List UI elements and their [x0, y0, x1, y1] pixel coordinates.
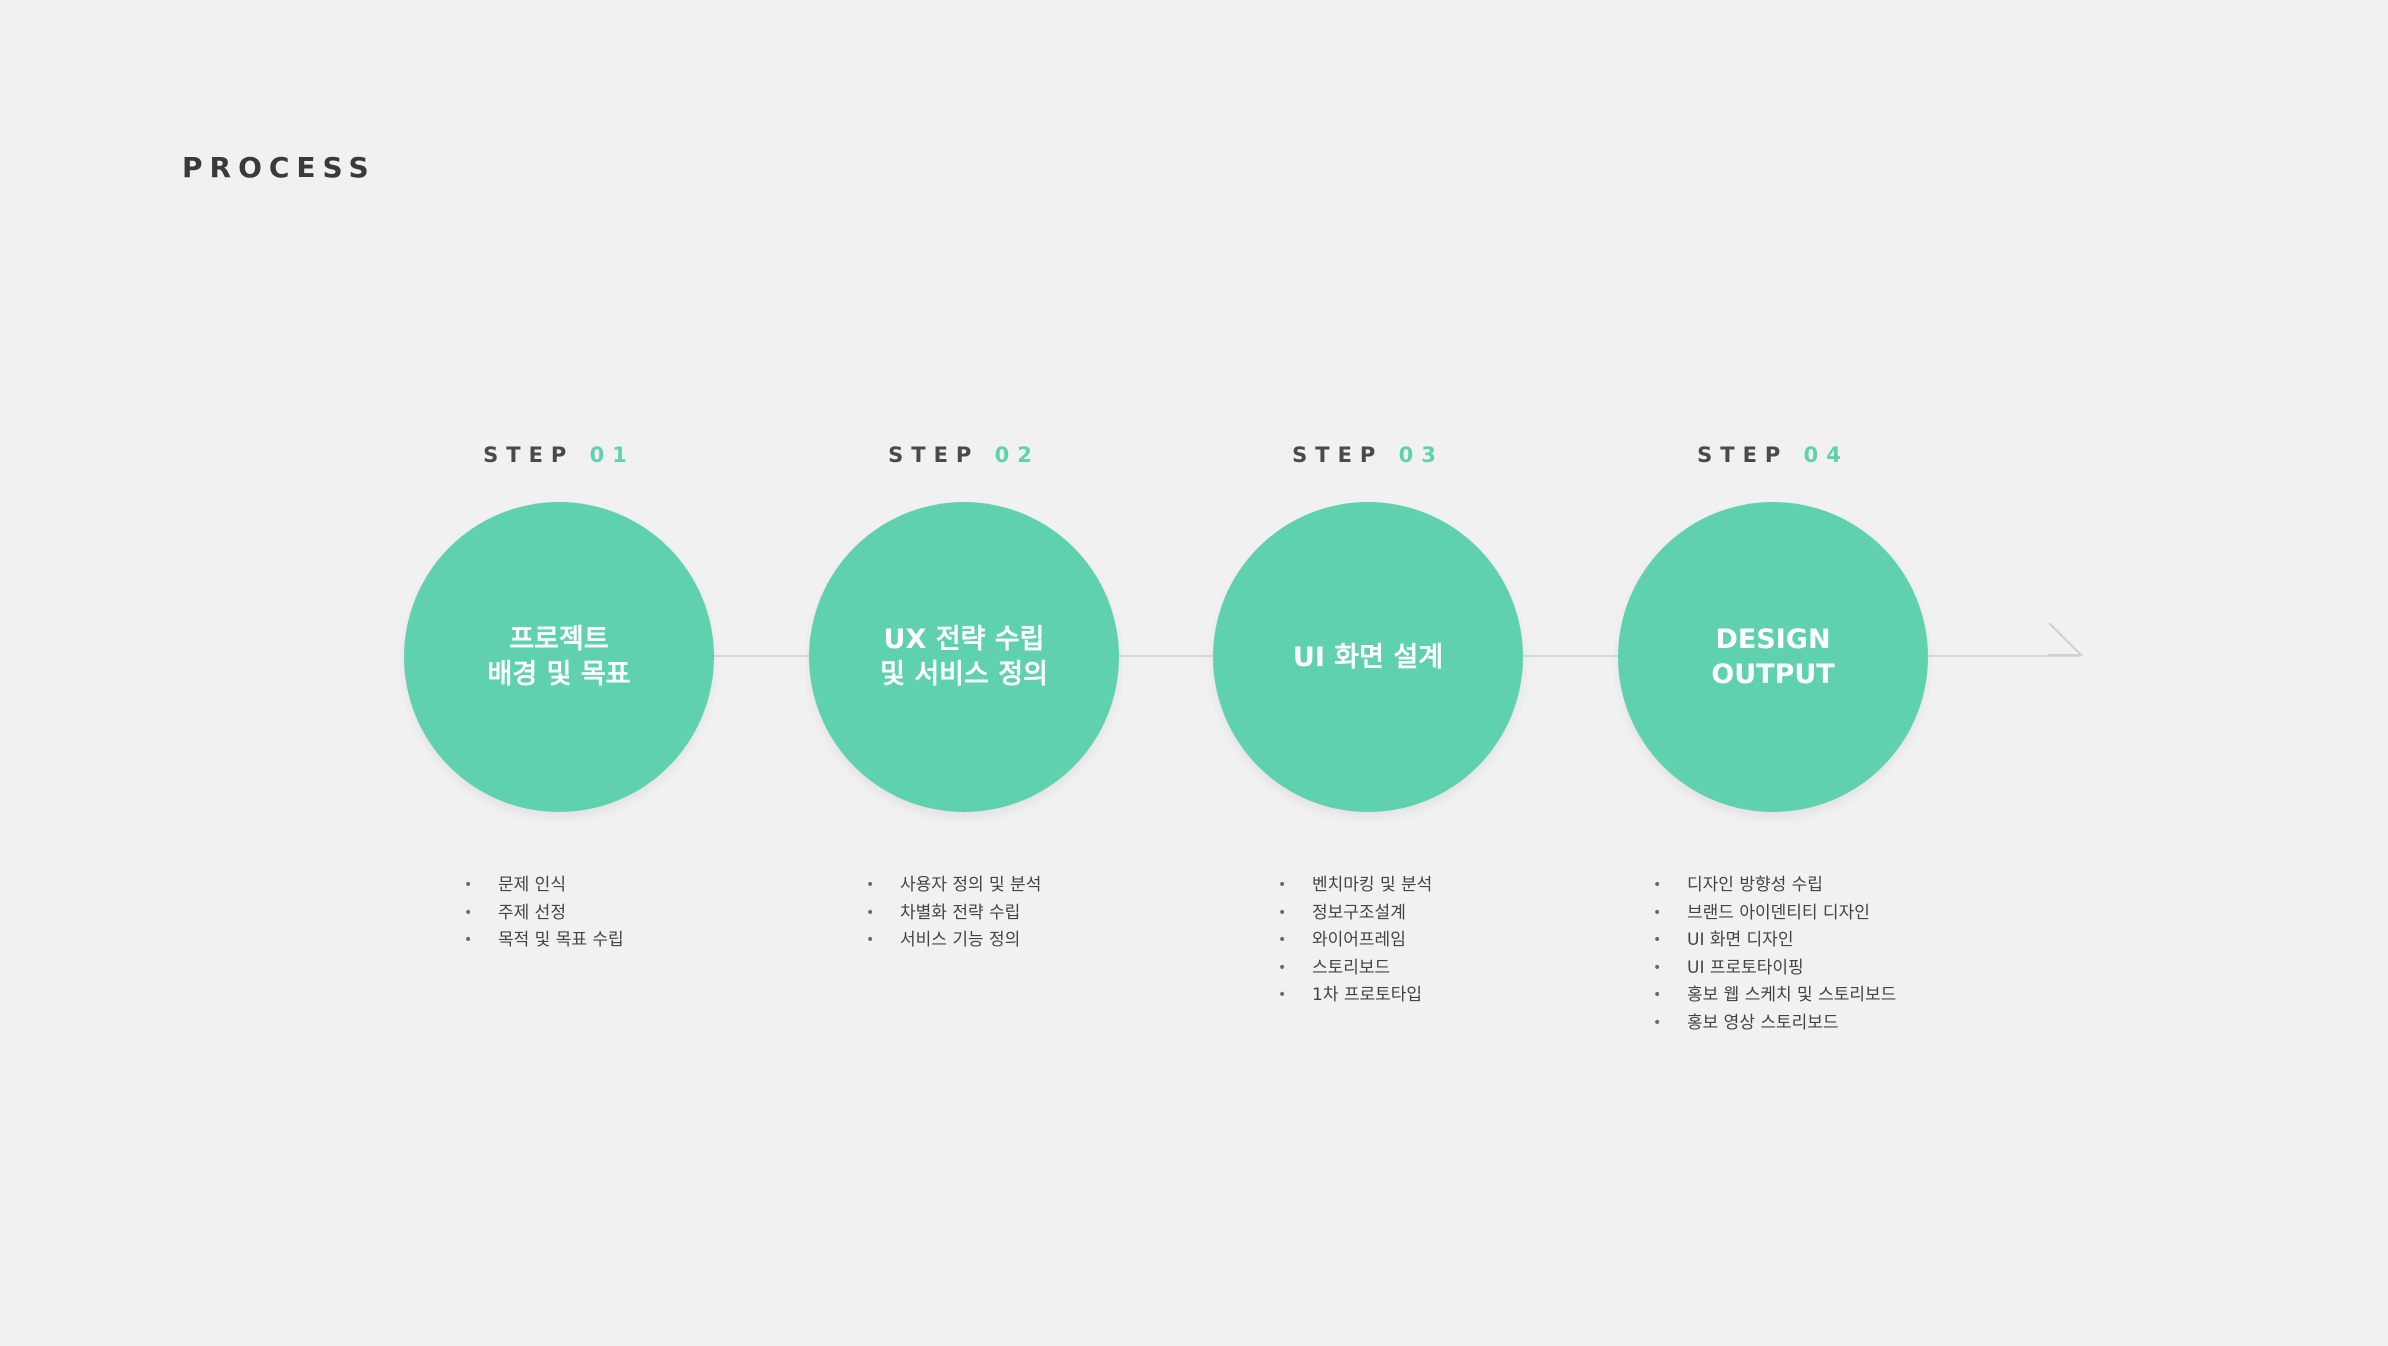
step-title-line: 및 서비스 정의	[880, 659, 1048, 690]
list-item: 홍보 웹 스케치 및 스토리보드	[1653, 982, 1896, 1010]
step-label: STEP 04	[1618, 440, 1928, 470]
list-item: 목적 및 목표 수립	[464, 927, 624, 955]
list-item: 홍보 영상 스토리보드	[1653, 1010, 1896, 1038]
step-4: STEP 04 DESIGN OUTPUT 디자인 방향성 수립 브랜드 아이덴…	[1618, 440, 1928, 1037]
step-word: STEP	[1292, 443, 1384, 467]
step-task-list: 사용자 정의 및 분석 차별화 전략 수립 서비스 기능 정의	[866, 872, 1041, 955]
step-label: STEP 03	[1213, 440, 1523, 470]
page-title: PROCESS	[182, 151, 376, 184]
step-title: UI 화면 설계	[1293, 640, 1443, 675]
step-title-line: OUTPUT	[1711, 659, 1835, 690]
step-label: STEP 02	[809, 440, 1119, 470]
step-title-line: 배경 및 목표	[487, 659, 631, 690]
list-item: 정보구조설계	[1278, 900, 1432, 928]
step-title-line: 프로젝트	[509, 624, 609, 655]
list-item: 스토리보드	[1278, 955, 1432, 983]
step-word: STEP	[888, 443, 980, 467]
list-item: UI 프로토타이핑	[1653, 955, 1896, 983]
list-item: 주제 선정	[464, 900, 624, 928]
step-title: 프로젝트 배경 및 목표	[488, 622, 631, 692]
step-label: STEP 01	[404, 440, 714, 470]
list-item: 서비스 기능 정의	[866, 927, 1041, 955]
step-title-line: UX 전략 수립	[883, 624, 1045, 655]
arrow-head-icon	[2048, 622, 2084, 656]
step-word: STEP	[483, 443, 575, 467]
step-2: STEP 02 UX 전략 수립 및 서비스 정의 사용자 정의 및 분석 차별…	[809, 440, 1119, 954]
list-item: 벤치마킹 및 분석	[1278, 872, 1432, 900]
step-number: 02	[994, 443, 1040, 467]
step-number: 04	[1803, 443, 1849, 467]
step-circle: UX 전략 수립 및 서비스 정의	[809, 502, 1119, 812]
step-task-list: 디자인 방향성 수립 브랜드 아이덴티티 디자인 UI 화면 디자인 UI 프로…	[1653, 872, 1896, 1037]
list-item: UI 화면 디자인	[1653, 927, 1896, 955]
list-item: 1차 프로토타입	[1278, 982, 1432, 1010]
step-title-line: UI 화면 설계	[1292, 641, 1444, 673]
step-task-list: 문제 인식 주제 선정 목적 및 목표 수립	[464, 872, 624, 955]
step-title: UX 전략 수립 및 서비스 정의	[880, 622, 1048, 692]
step-circle: DESIGN OUTPUT	[1618, 502, 1928, 812]
step-title: DESIGN OUTPUT	[1711, 622, 1834, 692]
step-task-list: 벤치마킹 및 분석 정보구조설계 와이어프레임 스토리보드 1차 프로토타입	[1278, 872, 1432, 1010]
step-title-line: DESIGN	[1715, 624, 1831, 655]
step-circle: UI 화면 설계	[1213, 502, 1523, 812]
list-item: 문제 인식	[464, 872, 624, 900]
list-item: 와이어프레임	[1278, 927, 1432, 955]
step-word: STEP	[1697, 443, 1789, 467]
step-1: STEP 01 프로젝트 배경 및 목표 문제 인식 주제 선정 목적 및 목표…	[404, 440, 714, 954]
step-3: STEP 03 UI 화면 설계 벤치마킹 및 분석 정보구조설계 와이어프레임…	[1213, 440, 1523, 1009]
step-number: 03	[1398, 443, 1444, 467]
list-item: 차별화 전략 수립	[866, 900, 1041, 928]
list-item: 디자인 방향성 수립	[1653, 872, 1896, 900]
step-circle: 프로젝트 배경 및 목표	[404, 502, 714, 812]
step-number: 01	[589, 443, 635, 467]
list-item: 사용자 정의 및 분석	[866, 872, 1041, 900]
list-item: 브랜드 아이덴티티 디자인	[1653, 900, 1896, 928]
